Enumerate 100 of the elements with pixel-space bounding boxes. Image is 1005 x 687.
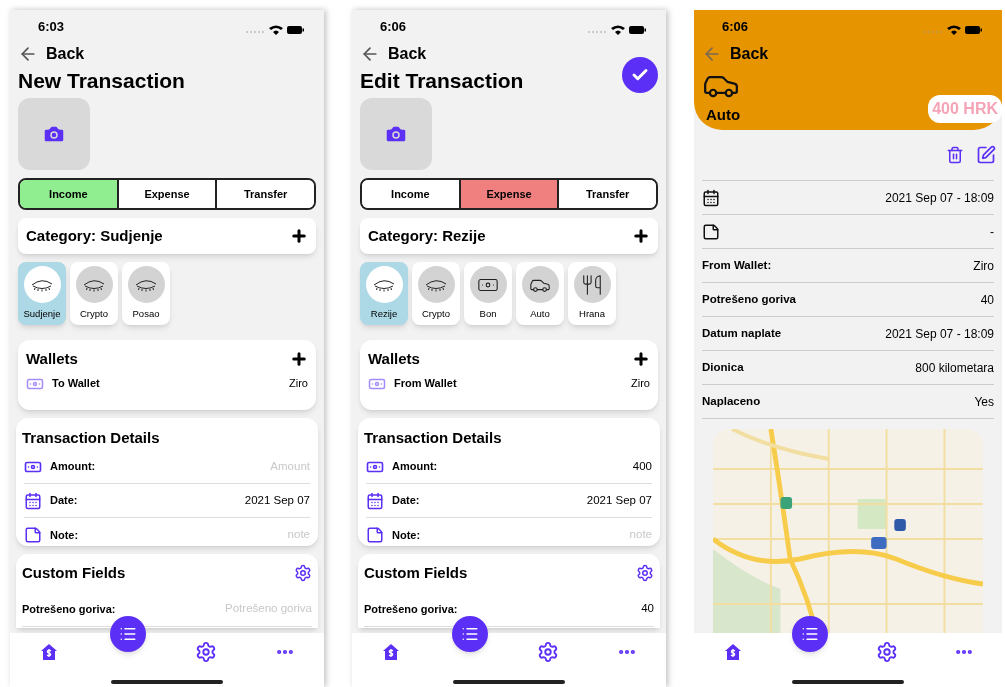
type-tab[interactable]: Transfer (215, 180, 314, 208)
edit-icon[interactable] (976, 145, 996, 165)
category-chip[interactable]: Auto (516, 262, 564, 325)
settings-icon[interactable] (195, 641, 218, 663)
calendar-icon (24, 491, 42, 510)
settings-icon[interactable] (636, 564, 654, 583)
closed-eye-icon (30, 277, 54, 292)
field-value: 800 kilometara (915, 359, 994, 377)
field-value: 2021 Sep 07 - 18:09 (885, 189, 994, 207)
type-tab[interactable]: Expense (116, 180, 216, 208)
list-fab-button[interactable] (109, 616, 146, 652)
calendar-icon (702, 188, 720, 207)
detail-label: Date: (392, 493, 420, 509)
category-title: Category: Sudjenje (26, 225, 163, 246)
screen-title: New Transaction (18, 68, 185, 94)
category-name: Auto (706, 105, 741, 125)
status-time: 6:06 (380, 17, 407, 36)
note-icon (24, 526, 42, 544)
list-fab-button[interactable] (791, 616, 828, 652)
category-chip[interactable]: Crypto (70, 262, 118, 325)
list-fab-button[interactable] (451, 616, 488, 652)
category-chip[interactable]: Posao (122, 262, 170, 325)
photo-button[interactable] (360, 98, 432, 170)
closed-eye-icon (424, 277, 448, 292)
category-chip[interactable]: Rezije (360, 262, 408, 325)
detail-label: Amount: (50, 459, 96, 475)
settings-icon[interactable] (537, 641, 560, 663)
wallet-label: From Wallet (394, 376, 457, 392)
type-tab[interactable]: Income (362, 180, 459, 208)
screen-title: Edit Transaction (360, 68, 524, 94)
type-tab[interactable]: Expense (458, 180, 558, 208)
field-label: Potrešeno goriva (702, 291, 796, 307)
details-title: Transaction Details (22, 429, 160, 446)
back-button[interactable]: Back (702, 42, 769, 66)
settings-icon[interactable] (875, 641, 898, 663)
calendar-icon (366, 491, 384, 510)
field-value: - (990, 223, 994, 241)
detail-field[interactable]: 400 (512, 457, 652, 476)
custom-field[interactable]: 40 (514, 600, 654, 618)
trash-icon[interactable] (946, 146, 964, 164)
settings-icon[interactable] (294, 564, 312, 583)
wallets-title: Wallets (26, 349, 78, 369)
add-icon[interactable] (632, 350, 650, 369)
type-tab[interactable]: Income (20, 180, 117, 208)
field-label: Datum naplate (702, 325, 782, 341)
wallet-value[interactable]: Ziro (289, 375, 308, 392)
field-value: 2021 Sep 07 - 18:09 (885, 325, 994, 343)
field-label: Dionica (702, 359, 744, 375)
category-chip[interactable]: Hrana (568, 262, 616, 325)
closed-eye-icon (134, 277, 158, 292)
status-icons (924, 24, 982, 36)
field-value: Yes (974, 393, 994, 411)
amount-badge: 400 HRK (928, 94, 1002, 123)
utensils-icon (581, 273, 603, 296)
category-chip[interactable]: Crypto (412, 262, 460, 325)
detail-field[interactable]: 2021 Sep 07 (512, 491, 652, 510)
category-card[interactable]: Category: Sudjenje (18, 218, 316, 254)
details-title: Transaction Details (364, 429, 502, 446)
category-chip[interactable]: Sudjenje (18, 262, 66, 325)
type-tab[interactable]: Transfer (557, 180, 656, 208)
category-chip[interactable]: Bon (464, 262, 512, 325)
add-icon[interactable] (290, 227, 308, 245)
field-label: Naplaceno (702, 393, 761, 409)
category-card[interactable]: Category: Rezije (360, 218, 658, 254)
closed-eye-icon (82, 277, 106, 292)
confirm-button[interactable] (622, 57, 658, 93)
category-title: Category: Rezije (368, 225, 486, 246)
back-button[interactable]: Back (360, 42, 427, 66)
field-label: From Wallet: (702, 257, 772, 273)
custom-fields-title: Custom Fields (22, 563, 126, 583)
list-icon (800, 625, 819, 643)
note-icon (702, 222, 720, 241)
home-dollar-icon[interactable] (723, 643, 742, 661)
back-button[interactable]: Back (18, 42, 85, 66)
home-dollar-icon[interactable] (40, 643, 59, 661)
custom-field-label: Potrešeno goriva: (364, 601, 458, 617)
detail-label: Note: (50, 527, 79, 543)
status-icons (246, 24, 304, 36)
wallet-value[interactable]: Ziro (631, 375, 650, 392)
note-icon (366, 526, 384, 544)
list-icon (460, 625, 479, 643)
custom-field-label: Potrešeno goriva: (22, 601, 116, 617)
status-time: 6:03 (38, 17, 65, 36)
wallet-label: To Wallet (52, 376, 100, 392)
status-time: 6:06 (722, 17, 749, 36)
list-icon (118, 625, 137, 643)
status-icons (588, 24, 646, 36)
detail-field[interactable]: 2021 Sep 07 (170, 491, 310, 510)
field-value: Ziro (973, 257, 994, 275)
wallets-title: Wallets (368, 349, 420, 369)
add-icon[interactable] (290, 350, 308, 369)
detail-label: Note: (392, 527, 421, 543)
custom-fields-title: Custom Fields (364, 563, 468, 583)
field-value: 40 (980, 291, 994, 309)
home-dollar-icon[interactable] (382, 643, 401, 661)
detail-label: Amount: (392, 459, 438, 475)
add-icon[interactable] (632, 227, 650, 245)
closed-eye-icon (372, 277, 396, 292)
photo-button[interactable] (18, 98, 90, 170)
detail-label: Date: (50, 493, 78, 509)
